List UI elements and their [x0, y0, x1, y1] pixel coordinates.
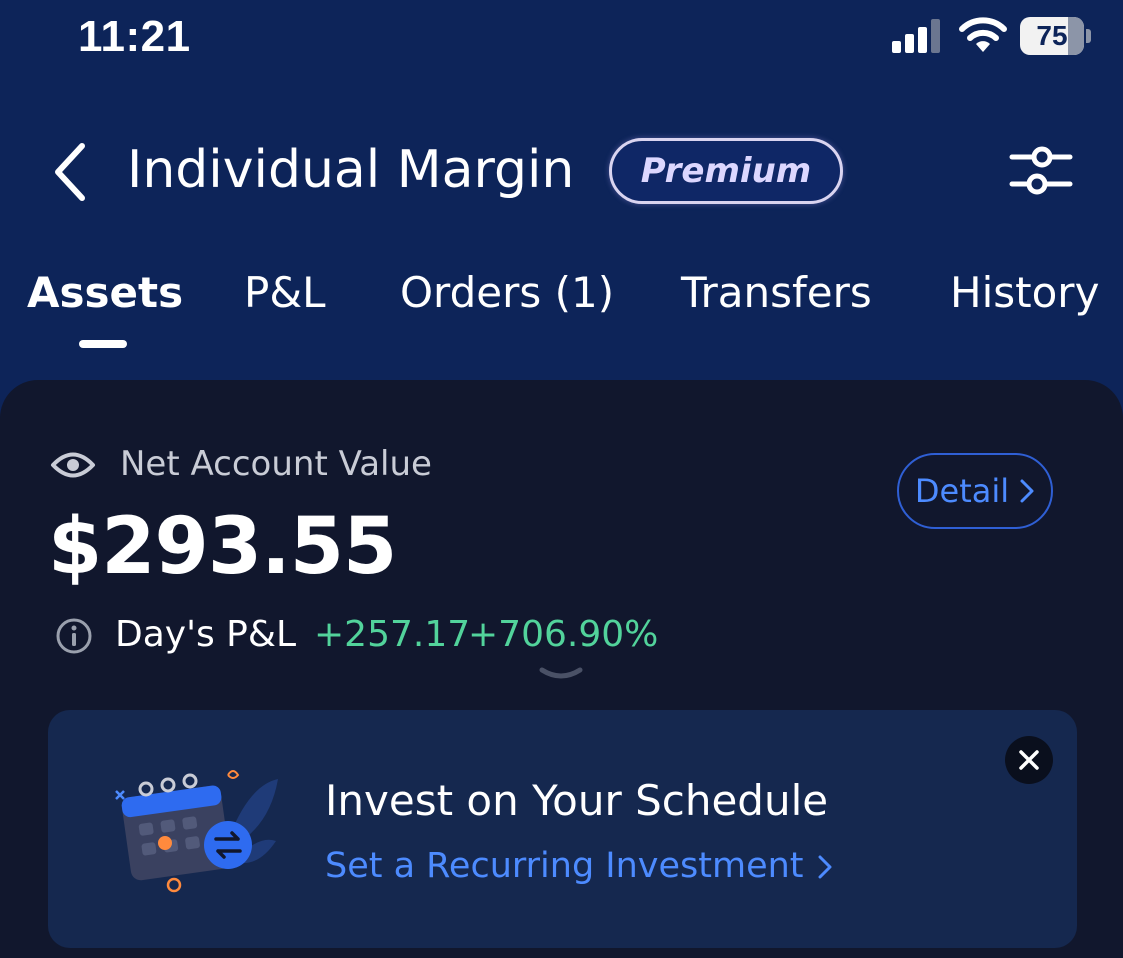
net-account-value-label: Net Account Value — [120, 444, 432, 484]
detail-button-label: Detail — [914, 472, 1010, 510]
battery-level: 75 — [1036, 20, 1068, 51]
tab-pl[interactable]: P&L — [244, 268, 325, 317]
detail-button[interactable]: Detail — [897, 453, 1053, 529]
back-arrow-icon — [55, 143, 85, 201]
recurring-investment-link[interactable]: Set a Recurring Investment — [325, 846, 832, 886]
wifi-icon — [959, 17, 1007, 52]
chevron-down-icon[interactable] — [538, 666, 584, 682]
calendar-illustration — [115, 770, 278, 893]
signal-icon — [892, 19, 940, 53]
chevron-right-icon — [818, 855, 832, 879]
day-pl-label: Day's P&L — [115, 614, 297, 655]
close-icon — [1019, 750, 1039, 770]
tab-orders[interactable]: Orders (1) — [400, 268, 614, 317]
account-tabs: Assets P&L Orders (1) Transfers History — [0, 268, 1123, 358]
back-button[interactable] — [48, 140, 92, 204]
premium-badge[interactable]: Premium — [609, 138, 843, 204]
active-tab-indicator — [79, 340, 127, 348]
net-account-value: $293.55 — [48, 502, 397, 592]
settings-button[interactable] — [1008, 143, 1074, 199]
tab-history[interactable]: History — [950, 268, 1099, 317]
chevron-right-icon — [1020, 479, 1034, 503]
info-icon[interactable] — [55, 617, 93, 655]
tab-transfers[interactable]: Transfers — [681, 268, 872, 317]
eye-icon[interactable] — [50, 448, 96, 482]
close-promo-button[interactable] — [1005, 736, 1053, 784]
status-time: 11:21 — [78, 12, 191, 61]
promo-link-label: Set a Recurring Investment — [325, 846, 804, 886]
tab-assets[interactable]: Assets — [27, 268, 183, 317]
page-title: Individual Margin — [127, 140, 575, 200]
settings-sliders-icon — [1009, 146, 1073, 195]
promo-title: Invest on Your Schedule — [325, 776, 829, 825]
battery-icon: 75 — [1020, 17, 1092, 55]
status-bar: 11:21 75 — [0, 0, 1123, 80]
day-pl-percent: +706.90% — [468, 614, 659, 655]
day-pl-change: +257.17 — [314, 614, 471, 655]
